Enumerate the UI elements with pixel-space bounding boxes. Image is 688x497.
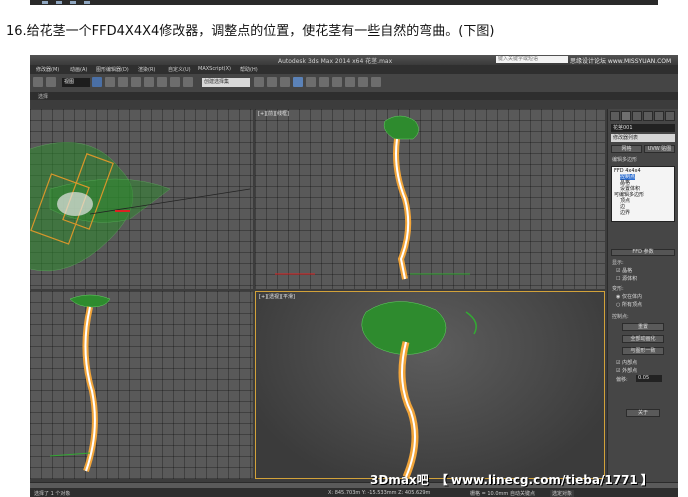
layer-icon[interactable] [280,77,290,87]
search-input[interactable]: 键入关键字或短语 [496,56,568,63]
modify-tab-icon[interactable] [621,111,631,121]
create-tab-icon[interactable] [610,111,620,121]
viewport-front[interactable]: [+][前][线框] [255,109,605,289]
menu-modifiers[interactable]: 修改器(M) [36,66,59,73]
only-in-volume-label: 仅在体内 [621,294,642,300]
offset-label: 偏移: [616,377,628,383]
render-frame-icon[interactable] [358,77,368,87]
named-selection-field[interactable]: 创建选择集 [202,78,250,87]
autokey-button[interactable]: 自动关键点 [510,490,535,497]
viewport-perspective-label: [+][透视][平滑] [259,294,295,300]
scale-icon[interactable] [131,77,141,87]
command-panel: 花茎001 修改器列表 网格 UVW 贴图 编辑多边形 FFD 4x4x4 控制… [607,109,678,482]
inside-points-checkbox[interactable]: ☑ 内部点 [616,359,637,366]
display-label: 显示: [612,260,624,266]
viewport-left[interactable] [30,291,253,479]
mirror-icon[interactable] [254,77,264,87]
lattice-label: 晶格 [622,268,633,274]
schematic-icon[interactable] [319,77,329,87]
material-editor-icon[interactable] [332,77,342,87]
snap-icon[interactable] [144,77,154,87]
watermark-bracket-close: 】 [640,473,653,487]
offset-spinner[interactable]: 0.05 [636,375,662,382]
menu-rendering[interactable]: 渲染(R) [138,66,155,73]
motion-tab-icon[interactable] [643,111,653,121]
select-icon[interactable] [92,77,102,87]
uvw-map-button[interactable]: UVW 贴图 [644,145,675,153]
spinner-snap-icon[interactable] [183,77,193,87]
flower-perspective [361,301,477,478]
lattice-checkbox[interactable]: ☑ 晶格 [616,267,632,274]
command-panel-tabs [610,111,677,121]
menu-customize[interactable]: 自定义(U) [168,66,191,73]
menu-maxscript[interactable]: MAXScript(X) [198,66,231,72]
render-icon[interactable] [371,77,381,87]
title-bar: Autodesk 3ds Max 2014 x64 花茎.max 键入关键字或短… [30,55,678,65]
menu-animation[interactable]: 动画(A) [70,66,87,73]
conform-to-shape-button[interactable]: 与图形一致 [622,347,664,355]
all-vertices-label: 所有顶点 [621,302,642,308]
source-volume-label: 源体积 [622,276,638,282]
viewport-perspective[interactable]: [+][透视][平滑] [255,291,605,479]
angle-snap-icon[interactable] [157,77,167,87]
stem-front-view [275,115,470,280]
window-title: Autodesk 3ds Max 2014 x64 花茎.max [278,58,393,65]
watermark-url: www.linecg.com/tieba/1771 [450,473,638,487]
selection-status: 选择了 1 个对象 [34,491,71,497]
menu-graph-editors[interactable]: 图形编辑器(D) [96,66,129,73]
step-caption: 16.给花茎一个FFD4X4X4修改器，调整点的位置，使花茎有一些自然的弯曲。(… [6,24,495,39]
deform-label: 变形: [612,286,624,292]
rotate-icon[interactable] [118,77,128,87]
forum-watermark: 3Dmax吧 【www.linecg.com/tieba/1771】 [370,471,656,488]
render-setup-icon[interactable] [345,77,355,87]
stack-item[interactable]: 边界 [620,210,630,216]
watermark-left: 3Dmax吧 [370,473,429,487]
stem-left-view [49,294,111,472]
move-icon[interactable] [105,77,115,87]
source-volume-checkbox[interactable]: ☐ 源体积 [616,275,637,282]
coordinate-readout[interactable]: X: 845.703m Y: -15.533mm Z: 405.629m [328,490,430,496]
grid-size: 栅格 = 10.0mm [470,491,509,497]
watermark-bracket-open: 【 [435,473,448,487]
hierarchy-tab-icon[interactable] [632,111,642,121]
ffd-params-rollout[interactable]: FFD 参数 [611,249,675,256]
redo-icon[interactable] [46,77,56,87]
display-tab-icon[interactable] [654,111,664,121]
inside-points-label: 内部点 [622,360,638,366]
ribbon-subbar: 选择 [30,92,678,100]
main-toolbar: 视图 创建选择集 [30,74,678,93]
percent-snap-icon[interactable] [170,77,180,87]
modifier-list-dropdown[interactable]: 修改器列表 [611,134,675,142]
modifier-stack[interactable]: FFD 4x4x4 控制点 晶格 设置体积 可编辑多边形 顶点 边 边界 [611,166,675,222]
header-strip [30,0,658,5]
all-vertices-radio[interactable]: ○ 所有顶点 [616,301,642,308]
mesh-button[interactable]: 网格 [611,145,642,153]
selected-filter-dropdown[interactable]: 选定对象 [550,490,575,497]
reference-coord-dropdown[interactable]: 视图 [62,78,90,87]
undo-icon[interactable] [33,77,43,87]
menu-help[interactable]: 帮助(H) [240,66,258,73]
edit-poly-label: 编辑多边形 [612,157,638,163]
viewport-top-left[interactable] [30,109,253,289]
status-bar: 选择了 1 个对象 X: 845.703m Y: -15.533mm Z: 40… [30,488,678,497]
align-icon[interactable] [267,77,277,87]
3dsmax-window: Autodesk 3ds Max 2014 x64 花茎.max 键入关键字或短… [30,55,678,497]
menu-bar: 修改器(M) 动画(A) 图形编辑器(D) 渲染(R) 自定义(U) MAXSc… [30,65,678,74]
only-in-volume-radio[interactable]: ◉ 仅在体内 [616,293,642,300]
viewport-front-label: [+][前][线框] [258,111,289,117]
curve-editor-icon[interactable] [306,77,316,87]
control-points-label: 控制点: [612,314,629,320]
reset-button[interactable]: 重置 [622,323,664,331]
site-watermark: 思缘设计论坛 www.MISSYUAN.COM [570,58,672,65]
utilities-tab-icon[interactable] [665,111,675,121]
animate-all-button[interactable]: 全部动画化 [622,335,664,343]
graphite-icon[interactable] [293,77,303,87]
outside-points-label: 外部点 [622,368,638,374]
subbar-label[interactable]: 选择 [38,93,48,100]
object-name-field[interactable]: 花茎001 [611,124,675,132]
outside-points-checkbox[interactable]: ☑ 外部点 [616,367,637,374]
about-button[interactable]: 关于 [626,409,660,417]
flower-head-lattice [30,142,251,272]
